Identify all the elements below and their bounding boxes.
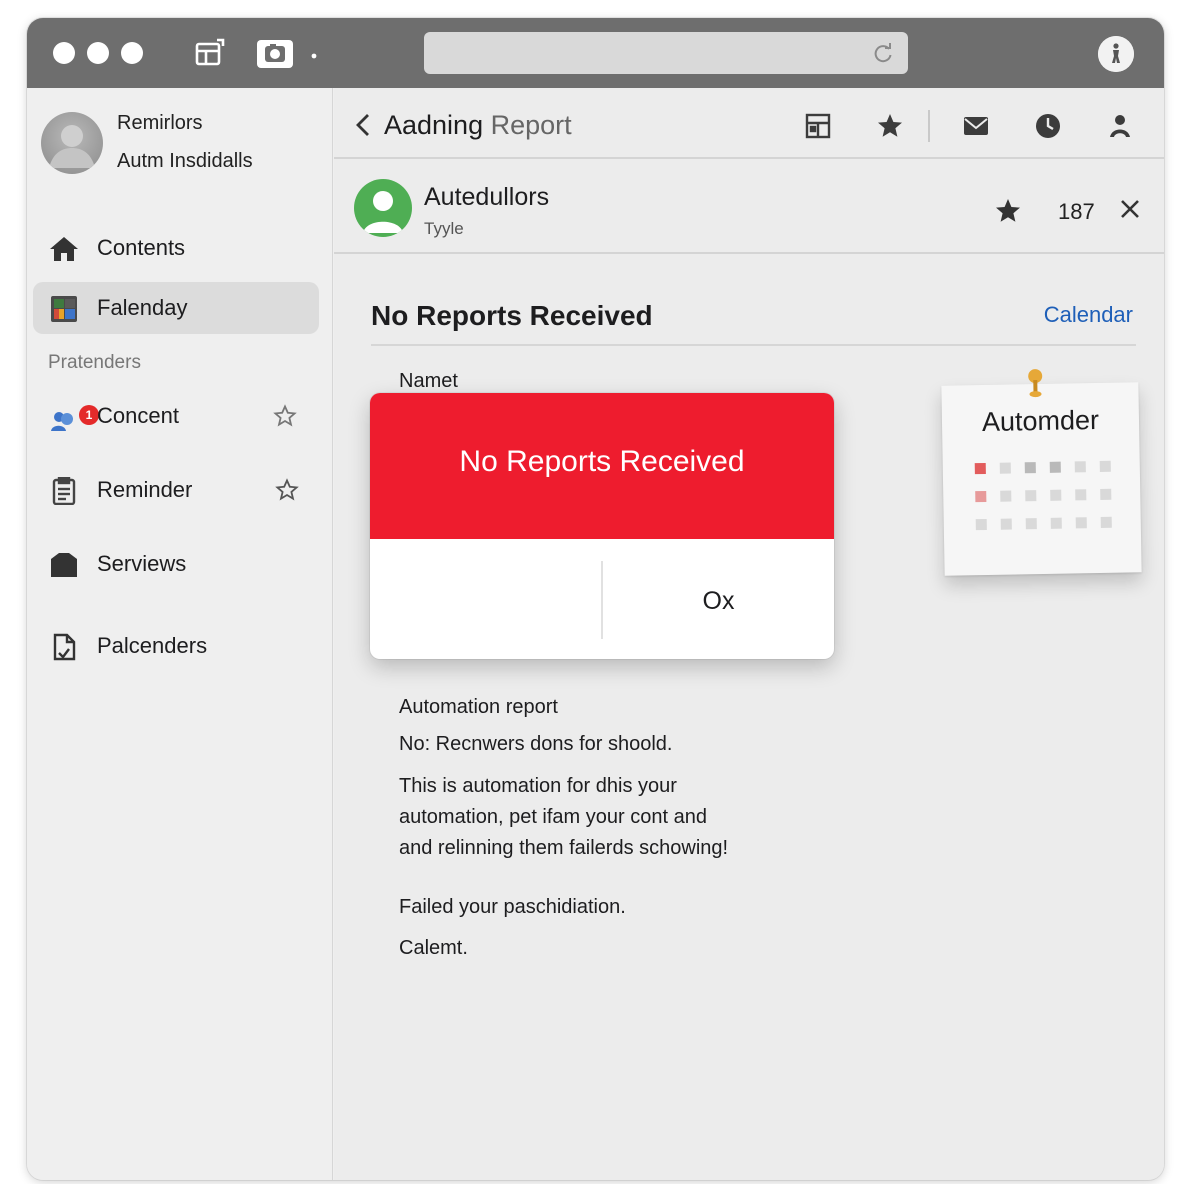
account-avatar[interactable] (41, 112, 103, 174)
clipboard-icon (49, 476, 79, 506)
close-icon[interactable] (1116, 195, 1144, 223)
sidebar-toggle-icon[interactable] (193, 36, 227, 70)
accessibility-icon[interactable] (1098, 36, 1134, 72)
sidebar-item-label: Serviews (97, 551, 187, 576)
zoom-window-button[interactable] (121, 42, 143, 64)
signoff: Calemt. (399, 937, 468, 959)
sender-row: Autedullors Tyyle 187 (334, 161, 1164, 254)
calendar-cell (1000, 490, 1012, 502)
sticky-note-title: Automder (981, 404, 1100, 438)
message-header: Aadning Report (334, 88, 1164, 159)
calendar-cell (1025, 490, 1037, 502)
message-pane: Aadning Report Autedullors Tyyle 187 No … (334, 88, 1164, 1180)
calendar-cell (1075, 489, 1087, 501)
body-paragraph-line: and relinning them failerds schowing! (399, 837, 729, 859)
sidebar-item-label: Reminder (97, 477, 193, 502)
message-subject: No Reports Received (371, 300, 653, 331)
layout-grid-icon[interactable] (804, 112, 832, 140)
sidebar-item-reminder[interactable]: Reminder (33, 464, 319, 516)
account-name: Remirlors (117, 112, 203, 134)
pin-star-icon[interactable] (876, 112, 904, 140)
calendar-cell (1000, 518, 1012, 530)
calendar-cell (1075, 517, 1087, 529)
name-label: Namet (399, 370, 458, 392)
home-icon (49, 235, 79, 263)
alert-secondary-button[interactable] (370, 539, 601, 659)
sidebar-item-concent[interactable]: 1 Concent (33, 390, 319, 442)
minimize-window-button[interactable] (87, 42, 109, 64)
camera-icon[interactable] (255, 36, 295, 70)
calendar-cell (1099, 460, 1111, 472)
clock-icon[interactable] (1034, 112, 1062, 140)
body-paragraph-line: automation, pet ifam your cont and (399, 806, 707, 828)
mail-icon[interactable] (962, 112, 990, 140)
title-bar (27, 18, 1164, 88)
calendar-cell (1074, 461, 1086, 473)
star-outline-icon[interactable] (273, 404, 297, 428)
sender-name: Autedullors (424, 183, 550, 211)
sidebar-item-label: Palcenders (97, 633, 208, 658)
calendar-cell (974, 462, 986, 475)
message-count: 187 (1058, 199, 1095, 224)
calendar-cell (1025, 518, 1037, 530)
sender-avatar[interactable] (354, 179, 412, 237)
sidebar-item-falenday[interactable]: Falenday (33, 282, 319, 334)
mini-calendar-grid (973, 460, 1115, 531)
toolbar-divider (928, 110, 930, 142)
body-paragraph-line: This is automation for dhis your (399, 775, 677, 797)
sidebar-item-contents[interactable]: Contents (33, 222, 319, 274)
title-part-2: Report (490, 110, 572, 140)
notification-badge: 1 (79, 405, 99, 425)
calendar-cell (1050, 489, 1062, 501)
calendar-cell (975, 518, 987, 531)
title-part-1: Aadning (384, 110, 484, 140)
person-icon[interactable] (1106, 112, 1134, 140)
dropdown-arrow-icon[interactable] (309, 48, 319, 59)
calendar-cell (1100, 516, 1112, 528)
calendar-cell (975, 490, 987, 503)
sidebar: Remirlors Autm Insdidalls Contents Falen… (27, 88, 333, 1180)
body-line: No: Recnwers dons for shoold. (399, 733, 673, 755)
sidebar-item-palcenders[interactable]: Palcenders (33, 620, 319, 672)
sidebar-item-label: Falenday (97, 295, 188, 320)
report-label: Automation report (399, 696, 558, 718)
sticky-note[interactable]: Automder (941, 369, 1142, 576)
body-line: Failed your paschidiation. (399, 896, 626, 918)
star-icon[interactable] (994, 197, 1022, 225)
calendar-cell (1050, 517, 1062, 529)
sidebar-item-serviews[interactable]: Serviews (33, 538, 319, 590)
close-window-button[interactable] (53, 42, 75, 64)
star-edit-icon[interactable] (275, 478, 299, 502)
calendar-link[interactable]: Calendar (1044, 302, 1133, 328)
sidebar-item-label: Contents (97, 235, 186, 260)
sidebar-item-label: Concent (97, 403, 179, 428)
back-chevron-icon[interactable] (354, 112, 372, 138)
reload-icon[interactable] (872, 42, 894, 64)
pushpin-icon (1024, 368, 1047, 404)
alert-header: No Reports Received (370, 393, 834, 539)
alert-title: No Reports Received (459, 445, 745, 478)
calendar-cell (1049, 461, 1061, 473)
subject-divider (371, 344, 1136, 346)
calendar-cell (1100, 488, 1112, 500)
calendar-grid-icon (49, 295, 79, 323)
page-title: Aadning Report (384, 110, 572, 141)
document-icon (49, 633, 79, 661)
address-bar[interactable] (424, 32, 908, 74)
calendar-cell (1024, 462, 1036, 474)
calendar-cell (999, 462, 1011, 474)
people-icon: 1 (49, 403, 99, 431)
app-window: Remirlors Autm Insdidalls Contents Falen… (27, 18, 1164, 1180)
account-subtitle: Autm Insdidalls (117, 150, 253, 172)
section-label: Pratenders (48, 352, 141, 373)
alert-dialog: No Reports Received Ox (370, 393, 834, 659)
folder-icon (49, 551, 79, 579)
ok-button[interactable]: Ox (603, 539, 834, 659)
sender-type: Tyyle (424, 219, 464, 238)
